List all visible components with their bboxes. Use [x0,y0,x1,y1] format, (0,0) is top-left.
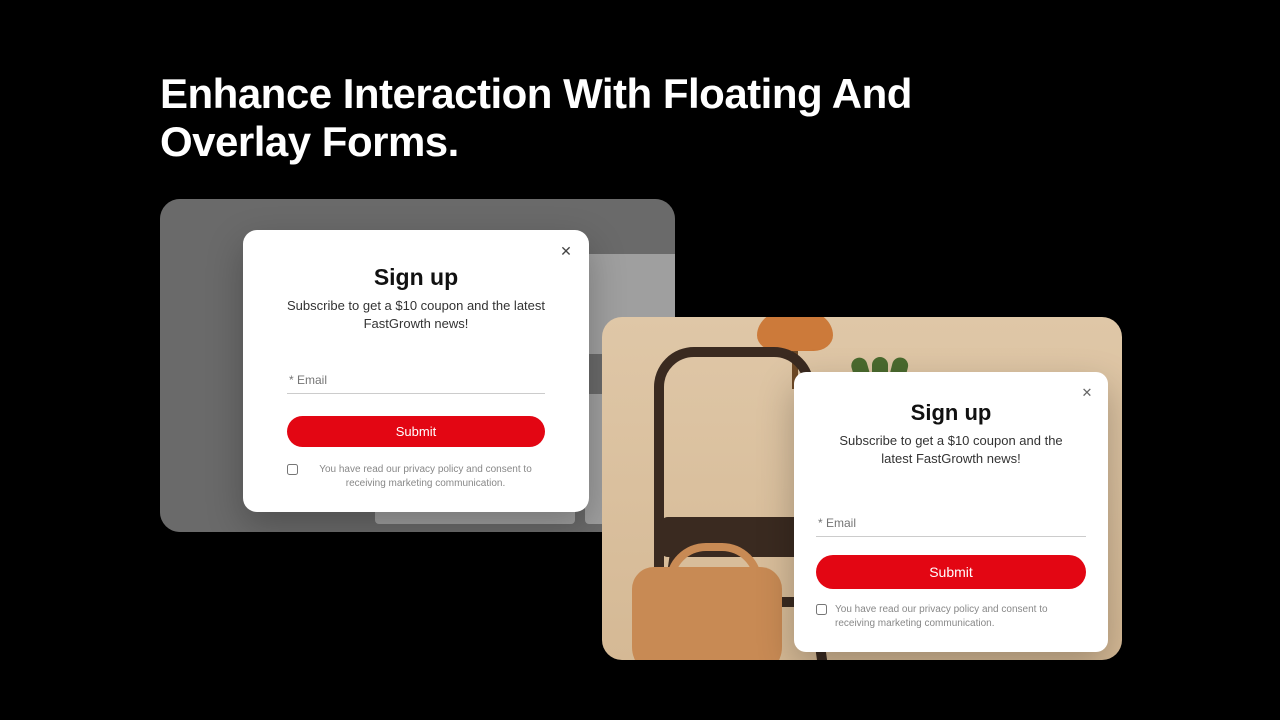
signup-modal-overlay: ✕ Sign up Subscribe to get a $10 coupon … [243,230,589,512]
overlay-card: Sale ✕ Sign up Subscribe to get a $10 co… [160,199,675,532]
email-field[interactable] [287,367,545,394]
submit-button[interactable]: Submit [287,416,545,447]
email-field-wrap [816,510,1086,537]
lamp-icon [757,317,833,351]
email-field-wrap [287,367,545,394]
modal-title: Sign up [374,264,458,291]
consent-row[interactable]: You have read our privacy policy and con… [287,463,545,490]
email-field[interactable] [816,510,1086,537]
consent-text: You have read our privacy policy and con… [835,603,1086,630]
consent-checkbox[interactable] [816,604,827,615]
consent-checkbox[interactable] [287,464,298,475]
modal-subtitle: Subscribe to get a $10 coupon and the la… [818,432,1084,468]
close-icon[interactable]: ✕ [1078,384,1096,402]
close-icon[interactable]: ✕ [557,242,575,260]
page-title: Enhance Interaction With Floating And Ov… [160,70,1060,167]
bag-icon [632,567,782,660]
floating-card: ✕ Sign up Subscribe to get a $10 coupon … [602,317,1122,660]
consent-row[interactable]: You have read our privacy policy and con… [816,603,1086,630]
modal-subtitle: Subscribe to get a $10 coupon and the la… [269,297,563,333]
modal-title: Sign up [911,400,992,426]
signup-modal-floating: ✕ Sign up Subscribe to get a $10 coupon … [794,372,1108,652]
submit-button[interactable]: Submit [816,555,1086,589]
stage: Enhance Interaction With Floating And Ov… [0,0,1280,720]
consent-text: You have read our privacy policy and con… [306,463,545,490]
